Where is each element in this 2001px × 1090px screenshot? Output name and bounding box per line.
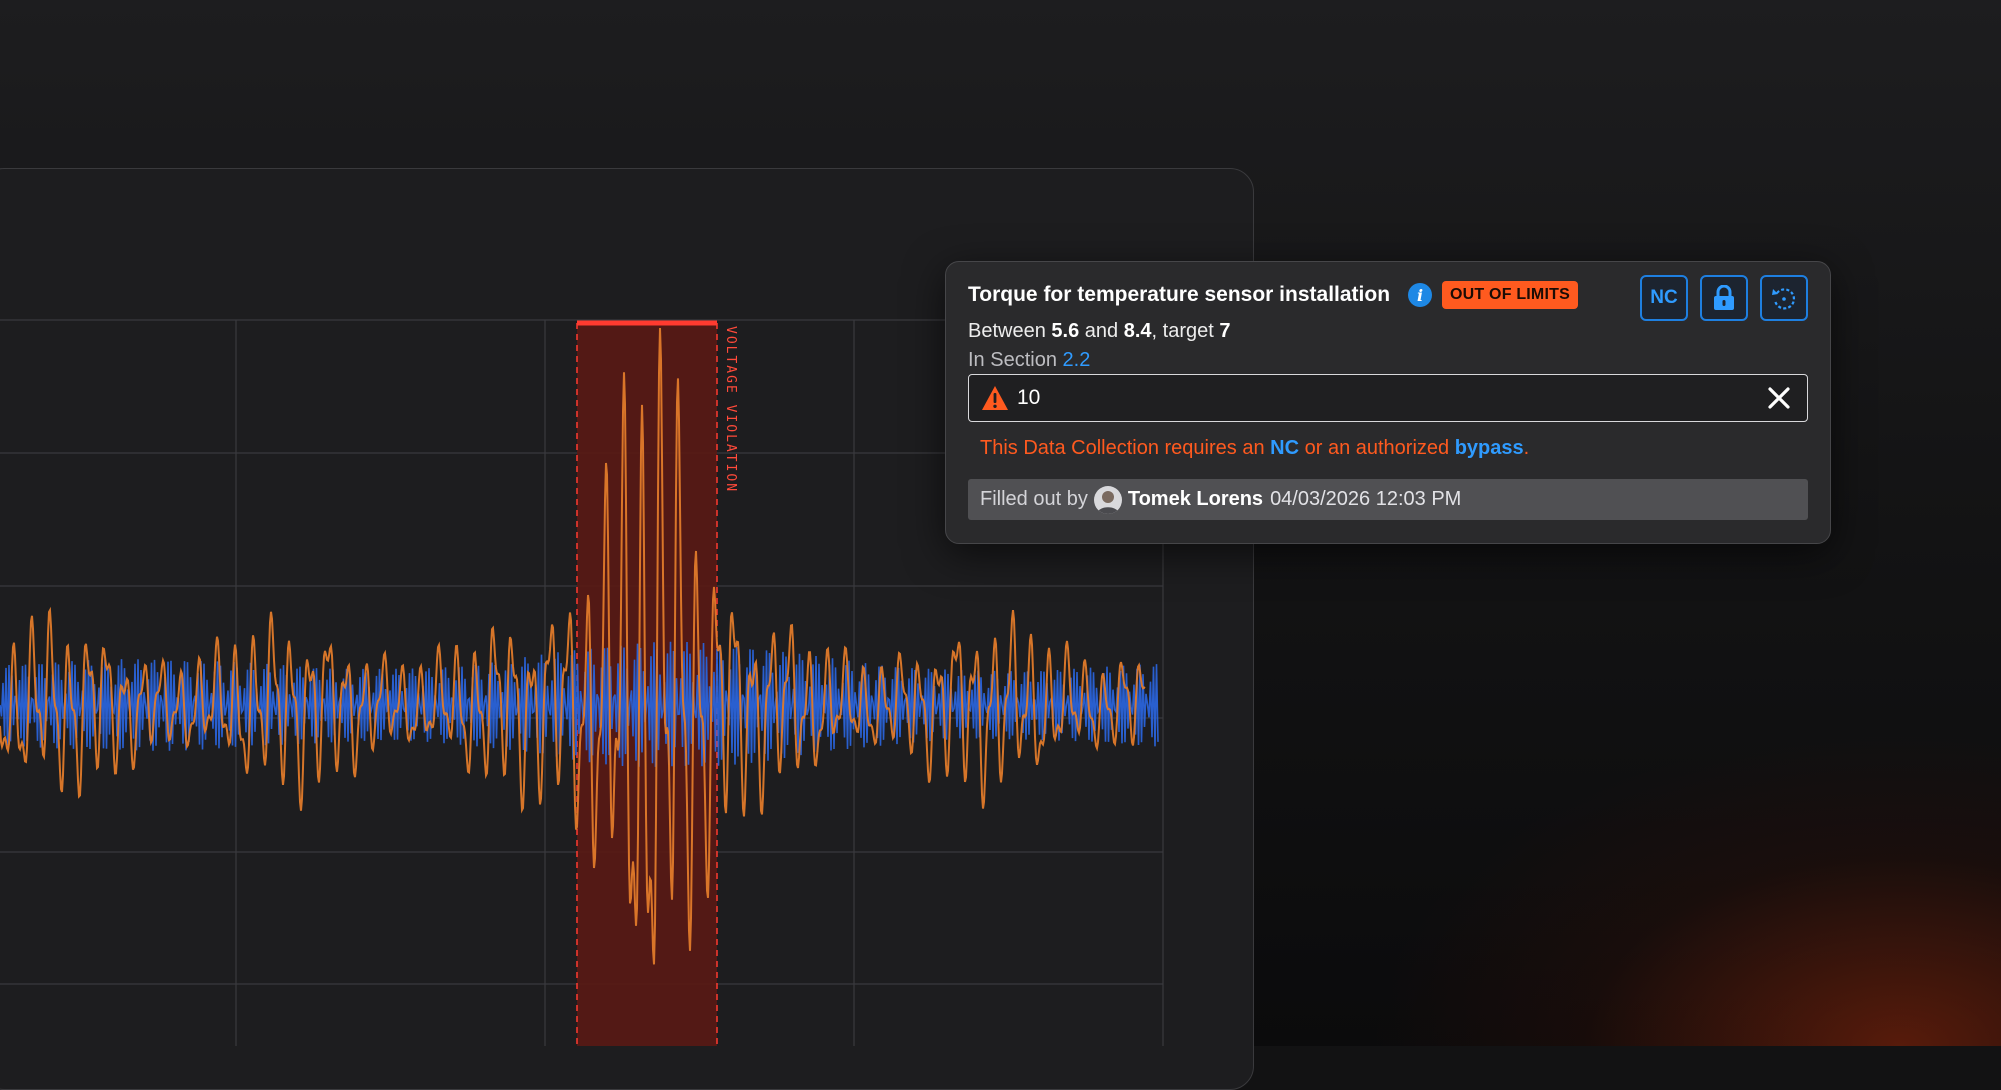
section-prefix: In Section [968, 349, 1057, 371]
section-link[interactable]: 2.2 [1063, 349, 1091, 371]
info-icon[interactable]: i [1408, 283, 1433, 307]
violation-band [577, 323, 717, 1046]
lock-icon [1714, 285, 1734, 310]
popup-header: Torque for temperature sensor installati… [968, 278, 1578, 312]
measurement-input[interactable]: 10 [968, 374, 1808, 422]
filled-by-label: Filled out by [980, 488, 1088, 510]
filled-by-bar: Filled out by Tomek Lorens 04/03/2026 12… [968, 479, 1808, 520]
bypass-link[interactable]: bypass [1455, 437, 1524, 459]
message-part1: This Data Collection requires an [980, 437, 1265, 459]
reset-button[interactable] [1760, 275, 1808, 321]
clear-button[interactable] [1759, 378, 1799, 418]
limits-line: Between 5.6 and 8.4, target 7 [968, 320, 1230, 343]
warning-icon [982, 386, 1008, 410]
user-name[interactable]: Tomek Lorens [1128, 488, 1263, 511]
reset-icon [1772, 288, 1795, 310]
section-line: In Section 2.2 [968, 349, 1090, 372]
message-part2: or an authorized [1304, 437, 1450, 459]
target-label: , target [1151, 320, 1214, 342]
requirement-message: This Data Collection requires an NC or a… [980, 437, 1529, 460]
filled-timestamp: 04/03/2026 12:03 PM [1270, 488, 1462, 510]
measurement-value[interactable]: 10 [1017, 386, 1759, 410]
close-icon [1768, 387, 1790, 409]
nc-link[interactable]: NC [1270, 437, 1299, 459]
target-value: 7 [1219, 320, 1231, 342]
data-collection-popup: Torque for temperature sensor installati… [945, 261, 1831, 544]
range-max: 8.4 [1123, 320, 1152, 342]
message-end: . [1523, 437, 1530, 459]
nc-button-label: NC [1650, 287, 1678, 308]
range-prefix: Between [968, 320, 1046, 342]
avatar [1093, 485, 1122, 514]
popup-title: Torque for temperature sensor installati… [968, 283, 1391, 306]
range-and: and [1084, 320, 1119, 342]
nc-button[interactable]: NC [1640, 275, 1688, 321]
status-badge: OUT OF LIMITS [1442, 281, 1578, 309]
violation-label: VOLTAGE VIOLATION [723, 326, 738, 493]
range-min: 5.6 [1051, 320, 1080, 342]
lock-button[interactable] [1700, 275, 1748, 321]
action-buttons: NC [1640, 275, 1808, 321]
